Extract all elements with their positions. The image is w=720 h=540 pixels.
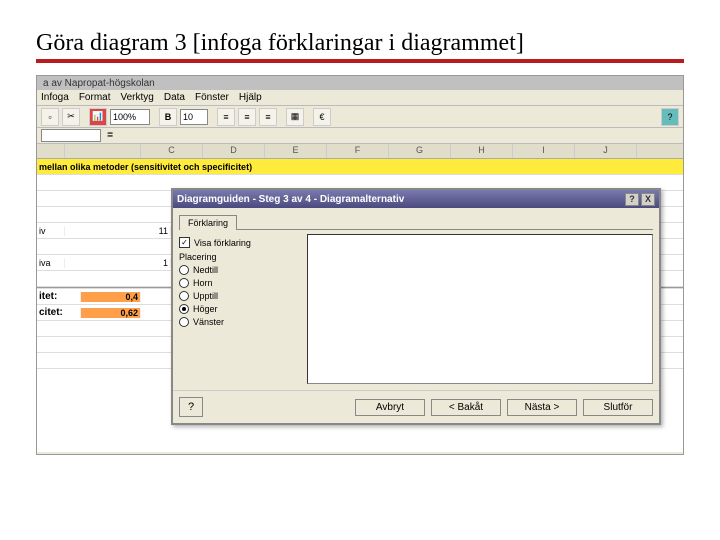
menu-verktyg[interactable]: Verktyg	[120, 92, 153, 103]
col-header[interactable]: E	[265, 144, 327, 158]
toolbar-btn[interactable]: ▫	[41, 108, 59, 126]
placement-label: Placering	[179, 252, 299, 262]
cell[interactable]: 1	[141, 258, 171, 268]
help-button[interactable]: ?	[179, 397, 203, 417]
menu-bar: Infoga Format Verktyg Data Fönster Hjälp	[37, 90, 683, 106]
dialog-title: Diagramguiden - Steg 3 av 4 - Diagramalt…	[177, 194, 404, 205]
chart-wizard-dialog: Diagramguiden - Steg 3 av 4 - Diagramalt…	[171, 188, 661, 425]
help-icon[interactable]: ?	[625, 193, 639, 206]
col-header[interactable]: J	[575, 144, 637, 158]
col-header[interactable]: C	[141, 144, 203, 158]
fontsize-select[interactable]: 10	[180, 109, 208, 125]
dialog-footer: ? Avbryt < Bakåt Nästa > Slutför	[173, 390, 659, 423]
excel-window: a av Napropat-högskolan Infoga Format Ve…	[36, 75, 684, 455]
dialog-titlebar: Diagramguiden - Steg 3 av 4 - Diagramalt…	[173, 190, 659, 208]
bold-btn[interactable]: B	[159, 108, 177, 126]
cell[interactable]: iva	[37, 258, 65, 268]
col-corner	[37, 144, 65, 158]
cell[interactable]: iv	[37, 226, 65, 236]
merge-icon[interactable]: ▦	[286, 108, 304, 126]
col-header[interactable]: H	[451, 144, 513, 158]
zoom-select[interactable]: 100%	[110, 109, 150, 125]
radio-vanster[interactable]	[179, 317, 189, 327]
col-header[interactable]: F	[327, 144, 389, 158]
back-button[interactable]: < Bakåt	[431, 399, 501, 416]
menu-format[interactable]: Format	[79, 92, 111, 103]
name-box[interactable]	[41, 129, 101, 142]
radio-nedtill[interactable]	[179, 265, 189, 275]
radio-horn[interactable]	[179, 278, 189, 288]
col-header[interactable]: I	[513, 144, 575, 158]
tab-forklaring[interactable]: Förklaring	[179, 215, 237, 230]
align-left-icon[interactable]: ≡	[217, 108, 235, 126]
col-header[interactable]: G	[389, 144, 451, 158]
formula-bar: =	[37, 128, 683, 144]
chart-preview	[307, 234, 653, 384]
close-icon[interactable]: X	[641, 193, 655, 206]
finish-button[interactable]: Slutför	[583, 399, 653, 416]
header-row: mellan olika metoder (sensitivitet och s…	[37, 159, 683, 175]
tab-strip: Förklaring	[179, 214, 653, 230]
align-right-icon[interactable]: ≡	[259, 108, 277, 126]
show-legend-label: Visa förklaring	[194, 238, 251, 248]
cell[interactable]: citet:	[37, 307, 81, 318]
fx-label: =	[107, 130, 113, 141]
menu-hjalp[interactable]: Hjälp	[239, 92, 262, 103]
specificity-value[interactable]: 0,62	[81, 308, 141, 318]
col-header[interactable]	[65, 144, 141, 158]
col-header[interactable]: D	[203, 144, 265, 158]
cell[interactable]: 11	[141, 226, 171, 236]
spreadsheet: C D E F G H I J mellan olika metoder (se…	[37, 144, 683, 452]
assistant-icon[interactable]: ?	[661, 108, 679, 126]
align-center-icon[interactable]: ≡	[238, 108, 256, 126]
sheet-heading: mellan olika metoder (sensitivitet och s…	[37, 162, 437, 172]
menu-data[interactable]: Data	[164, 92, 185, 103]
cell[interactable]: itet:	[37, 291, 81, 302]
menu-infoga[interactable]: Infoga	[41, 92, 69, 103]
column-headers: C D E F G H I J	[37, 144, 683, 159]
menu-fonster[interactable]: Fönster	[195, 92, 229, 103]
legend-options: ✓ Visa förklaring Placering Nedtill Horn…	[179, 234, 299, 384]
next-button[interactable]: Nästa >	[507, 399, 577, 416]
radio-upptill[interactable]	[179, 291, 189, 301]
toolbar-btn[interactable]: ✂	[62, 108, 80, 126]
radio-hoger[interactable]	[179, 304, 189, 314]
cancel-button[interactable]: Avbryt	[355, 399, 425, 416]
chart-icon[interactable]: 📊	[89, 108, 107, 126]
currency-icon[interactable]: €	[313, 108, 331, 126]
slide-title: Göra diagram 3 [infoga förklaringar i di…	[36, 30, 684, 63]
sensitivity-value[interactable]: 0,4	[81, 292, 141, 302]
window-titlebar: a av Napropat-högskolan	[37, 76, 683, 90]
show-legend-checkbox[interactable]: ✓	[179, 237, 190, 248]
toolbar: ▫ ✂ 📊 100% B 10 ≡ ≡ ≡ ▦ € ?	[37, 106, 683, 128]
